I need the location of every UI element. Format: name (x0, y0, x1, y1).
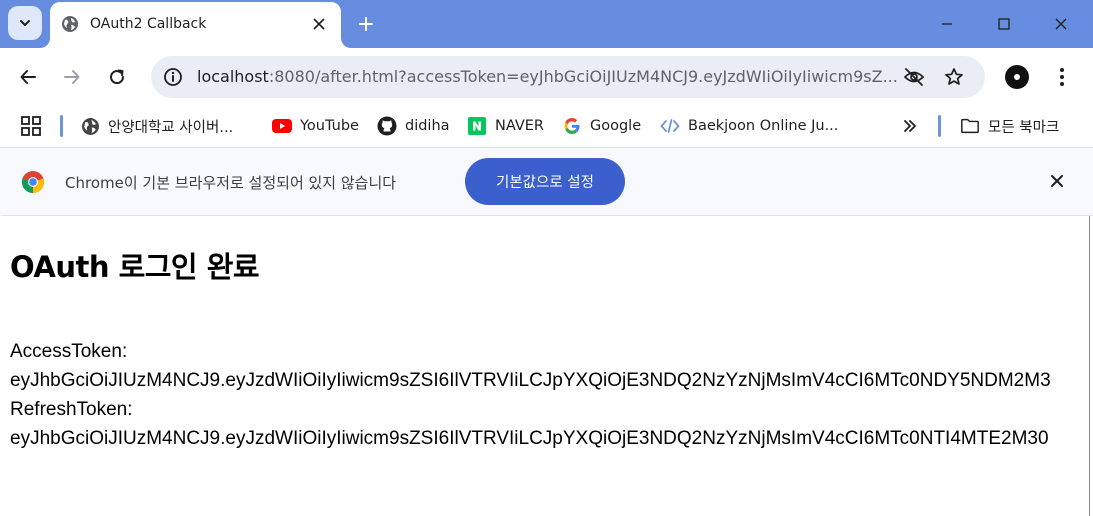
code-icon (660, 116, 680, 136)
globe-icon (80, 116, 100, 136)
reload-icon (110, 69, 125, 85)
bookmark-item[interactable]: didiha (377, 112, 450, 140)
maximize-icon (998, 18, 1010, 30)
new-tab-button[interactable] (352, 10, 380, 38)
infobar-message: Chrome이 기본 브라우저로 설정되어 있지 않습니다 (65, 174, 397, 192)
page-content: OAuth 로그인 완료 AccessToken: eyJhbGciOiJIUz… (0, 216, 1089, 516)
github-icon (377, 116, 397, 136)
active-tab[interactable]: OAuth2 Callback (50, 2, 341, 48)
site-info-button[interactable] (159, 63, 187, 91)
bookmark-item[interactable]: YouTube (272, 112, 359, 140)
set-default-button[interactable]: 기본값으로 설정 (465, 158, 625, 205)
tab-title: OAuth2 Callback (90, 16, 207, 32)
infobar-close-button[interactable] (1045, 169, 1069, 193)
bookmark-label: Google (590, 118, 642, 134)
globe-icon (62, 16, 78, 32)
bookmark-label: 안양대학교 사이버... (108, 119, 234, 136)
all-bookmarks-label: 모든 북마크 (988, 119, 1060, 136)
page-title: OAuth 로그인 완료 (10, 250, 260, 284)
window-right-edge (1089, 216, 1093, 516)
minimize-icon (942, 23, 952, 25)
apps-button[interactable] (20, 112, 42, 140)
star-icon (945, 68, 963, 85)
chrome-menu-button[interactable] (1050, 63, 1074, 91)
youtube-icon (272, 116, 292, 136)
reload-button[interactable] (100, 60, 134, 94)
bookmark-item[interactable]: NAVER (467, 112, 544, 140)
tab-search-button[interactable] (8, 6, 42, 40)
title-bar: OAuth2 Callback (0, 0, 1093, 48)
tab-close-button[interactable] (309, 14, 329, 34)
info-icon (164, 68, 182, 86)
url-host: localhost (197, 67, 269, 86)
minimize-button[interactable] (919, 0, 975, 48)
naver-icon (467, 116, 487, 136)
bookmarks-separator (60, 115, 63, 137)
access-token-label: AccessToken: (10, 341, 128, 362)
folder-icon (960, 116, 980, 136)
tracking-protection-button[interactable] (900, 63, 928, 91)
profile-button[interactable] (1003, 63, 1031, 91)
bookmarks-overflow-button[interactable] (902, 112, 918, 140)
eye-off-icon (903, 68, 925, 86)
bookmark-label: YouTube (300, 118, 359, 134)
chevron-down-icon (20, 20, 30, 26)
close-icon (313, 18, 325, 30)
google-icon (562, 116, 582, 136)
chevron-double-right-icon (904, 120, 916, 132)
maximize-button[interactable] (976, 0, 1032, 48)
chrome-logo-icon (21, 171, 45, 194)
arrow-right-icon (64, 70, 80, 84)
bookmark-label: NAVER (495, 118, 544, 134)
window-close-button[interactable] (1033, 0, 1089, 48)
default-browser-infobar: Chrome이 기본 브라우저로 설정되어 있지 않습니다 기본값으로 설정 (0, 149, 1093, 215)
url-text[interactable]: localhost:8080/after.html?accessToken=ey… (197, 67, 897, 86)
refresh-token-value: eyJhbGciOiJIUzM4NCJ9.eyJzdWIiOiIyIiwicm9… (10, 428, 1049, 449)
plus-icon (359, 17, 373, 31)
bookmark-star-button[interactable] (940, 63, 968, 91)
all-bookmarks-button[interactable]: 모든 북마크 (960, 112, 1059, 140)
back-button[interactable] (11, 60, 45, 94)
bookmark-item[interactable]: 안양대학교 사이버... (80, 112, 233, 140)
more-vertical-icon (1060, 68, 1064, 86)
bookmarks-separator (938, 115, 941, 137)
close-icon (1051, 175, 1063, 187)
arrow-left-icon (20, 70, 36, 84)
address-bar[interactable]: localhost:8080/after.html?accessToken=ey… (151, 56, 985, 98)
bookmark-item[interactable]: Google (562, 112, 641, 140)
bookmarks-bar: 안양대학교 사이버... YouTube didiha NAVER Google (0, 106, 1093, 148)
apps-grid-icon (21, 116, 41, 136)
forward-button[interactable] (55, 60, 89, 94)
close-icon (1055, 18, 1067, 30)
url-path: :8080/after.html?accessToken=eyJhbGciOiJ… (268, 67, 897, 86)
bookmark-label: Baekjoon Online Ju... (688, 118, 839, 134)
refresh-token-label: RefreshToken: (10, 399, 133, 420)
profile-avatar-icon (1005, 65, 1029, 89)
browser-toolbar: localhost:8080/after.html?accessToken=ey… (0, 48, 1093, 106)
bookmark-label: didiha (405, 118, 450, 134)
bookmark-item[interactable]: Baekjoon Online Ju... (660, 112, 838, 140)
access-token-value: eyJhbGciOiJIUzM4NCJ9.eyJzdWIiOiIyIiwicm9… (10, 370, 1051, 391)
